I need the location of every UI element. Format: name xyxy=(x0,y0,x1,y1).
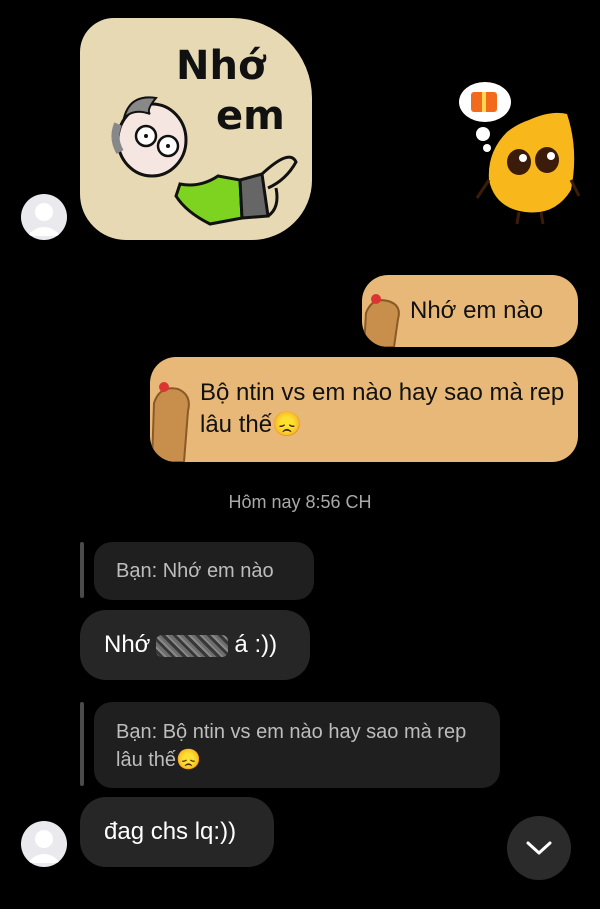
message-text: Nhớ á :)) xyxy=(104,630,277,660)
message-timestamp: Hôm nay 8:56 CH xyxy=(228,492,372,512)
quoted-message-text: Bạn: Bộ ntin vs em nào hay sao mà rep lâ… xyxy=(116,721,467,771)
user-avatar-icon xyxy=(27,830,61,863)
received-message-bubble[interactable]: đag chs lq:)) xyxy=(80,797,274,867)
message-text: đag chs lq:)) xyxy=(104,818,237,845)
sent-message-bubble[interactable]: Bộ ntin vs em nào hay sao mà rep lâu thế… xyxy=(150,357,578,462)
scroll-to-bottom-button[interactable] xyxy=(507,816,571,880)
sticker-character-illustration xyxy=(111,96,298,226)
message-text-suffix: á :)) xyxy=(234,631,278,658)
message-text-prefix: Nhớ xyxy=(104,631,151,658)
sent-message-bubble[interactable]: Nhớ em nào xyxy=(362,275,578,347)
contact-avatar[interactable] xyxy=(21,194,67,240)
sticker-text-line1: Nhớ xyxy=(176,43,266,89)
capybara-icon xyxy=(150,382,190,462)
capybara-icon xyxy=(362,294,400,347)
message-text: Bộ ntin vs em nào hay sao mà rep lâu thế… xyxy=(200,379,565,438)
blurred-name xyxy=(156,634,229,657)
received-message-bubble[interactable]: Nhớ á :)) xyxy=(80,610,310,680)
contact-avatar[interactable] xyxy=(21,821,67,867)
sticker-nho-em[interactable]: Nhớ em xyxy=(80,18,312,240)
mascot-sticker[interactable] xyxy=(455,80,585,230)
quoted-message[interactable]: Bạn: Nhớ em nào xyxy=(94,542,314,600)
user-avatar-icon xyxy=(27,203,61,236)
quoted-message[interactable]: Bạn: Bộ ntin vs em nào hay sao mà rep lâ… xyxy=(94,702,500,788)
quoted-message-text: Bạn: Nhớ em nào xyxy=(116,560,274,582)
reply-indicator-bar xyxy=(80,702,84,786)
message-text: Nhớ em nào xyxy=(410,297,544,324)
chevron-down-icon xyxy=(526,841,552,855)
reply-indicator-bar xyxy=(80,542,84,598)
